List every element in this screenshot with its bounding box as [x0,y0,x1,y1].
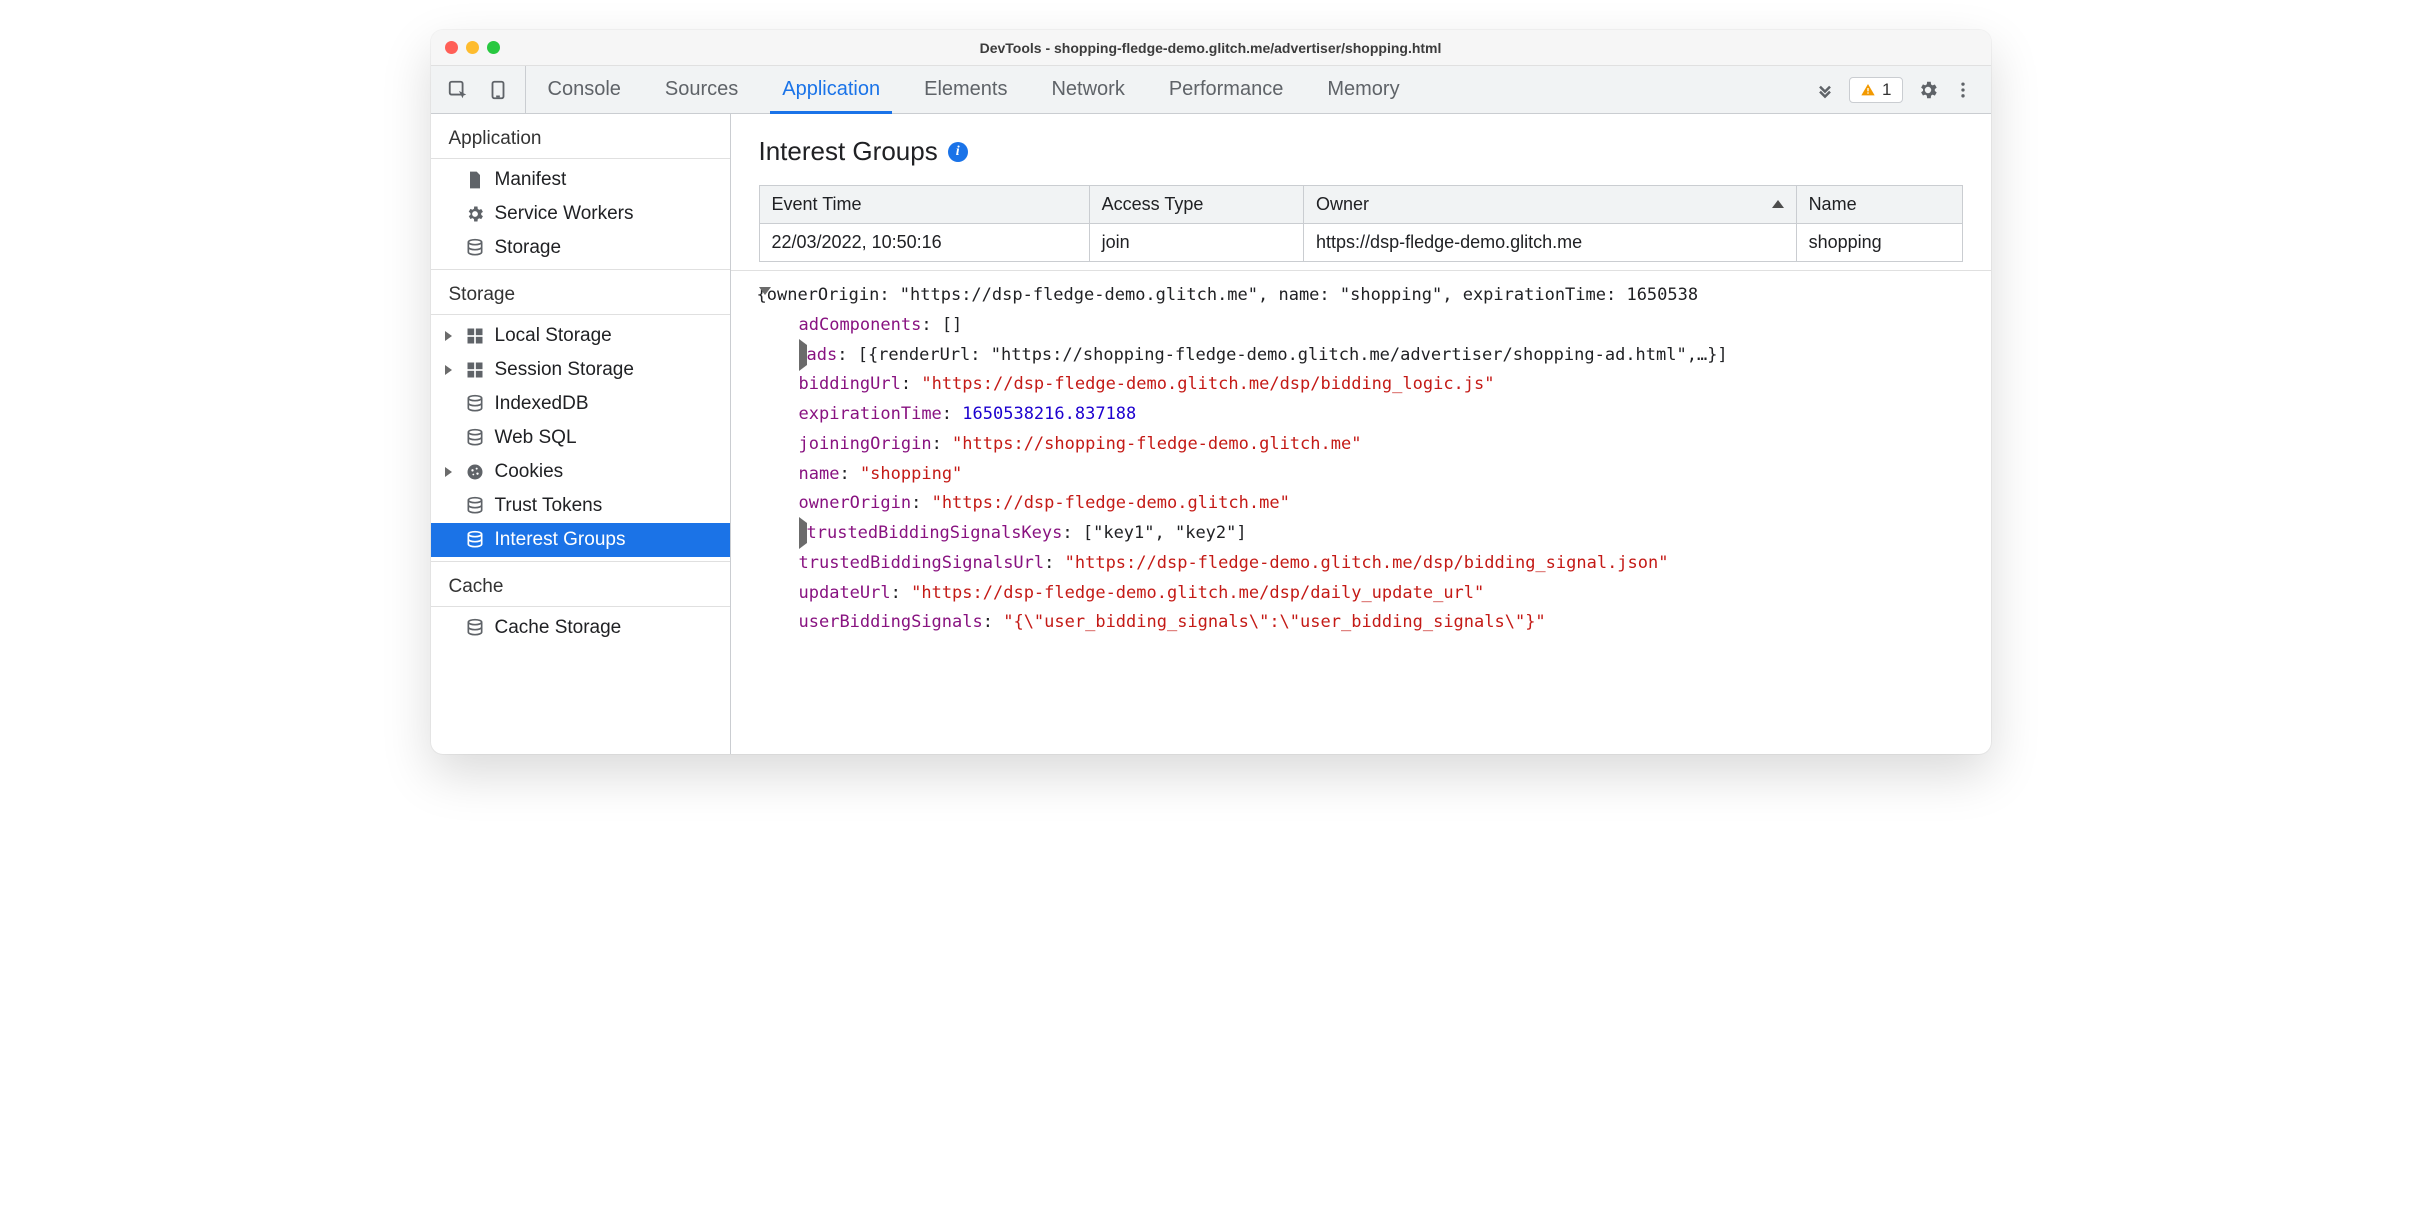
chevron-right-icon [445,331,452,341]
devtools-toolbar: ConsoleSourcesApplicationElementsNetwork… [431,66,1991,114]
disclosure-open-icon [759,287,771,295]
sidebar-item-web-sql[interactable]: Web SQL [431,421,730,455]
db-icon [465,428,485,448]
file-icon [465,170,485,190]
sidebar-item-label: IndexedDB [495,393,589,415]
sidebar-item-label: Cache Storage [495,617,622,639]
col-access-type[interactable]: Access Type [1089,186,1303,224]
maximize-icon[interactable] [487,41,500,54]
warnings-badge[interactable]: 1 [1849,77,1902,103]
window-titlebar: DevTools - shopping-fledge-demo.glitch.m… [431,30,1991,66]
main-panel: Interest Groups i Event TimeAccess TypeO… [731,114,1991,754]
sidebar-item-label: Local Storage [495,325,612,347]
sidebar-item-session-storage[interactable]: Session Storage [431,353,730,387]
close-icon[interactable] [445,41,458,54]
sidebar-item-cache-storage[interactable]: Cache Storage [431,611,730,645]
device-toggle-icon[interactable] [487,79,509,101]
tab-application[interactable]: Application [760,66,902,113]
sidebar-section-cache: Cache [431,561,730,607]
inspect-element-icon[interactable] [447,79,469,101]
tab-performance[interactable]: Performance [1147,66,1306,113]
sidebar-item-label: Manifest [495,169,567,191]
sidebar-item-label: Service Workers [495,203,634,225]
detail-prop-name[interactable]: name: "shopping" [751,460,1991,490]
sidebar-section-application: Application [431,114,730,159]
sidebar-item-manifest[interactable]: Manifest [431,163,730,197]
tab-sources[interactable]: Sources [643,66,760,113]
sidebar-item-label: Interest Groups [495,529,626,551]
col-owner[interactable]: Owner [1304,186,1797,224]
detail-prop-trustedBiddingSignalsUrl[interactable]: trustedBiddingSignalsUrl: "https://dsp-f… [751,549,1991,579]
disclosure-closed-icon [799,339,807,371]
sidebar-item-label: Session Storage [495,359,634,381]
sidebar-item-label: Web SQL [495,427,577,449]
application-sidebar: Application Manifest Service Workers Storag… [431,114,731,754]
detail-prop-ads[interactable]: ads: [{renderUrl: "https://shopping-fled… [751,341,1991,371]
events-table: Event TimeAccess TypeOwnerName 22/03/202… [759,185,1963,262]
kebab-menu-icon[interactable] [1953,80,1973,100]
minimize-icon[interactable] [466,41,479,54]
sidebar-item-cookies[interactable]: Cookies [431,455,730,489]
table-cell: 22/03/2022, 10:50:16 [759,224,1089,262]
sidebar-item-trust-tokens[interactable]: Trust Tokens [431,489,730,523]
sidebar-item-storage[interactable]: Storage [431,231,730,265]
sidebar-section-storage: Storage [431,269,730,315]
disclosure-closed-icon [799,517,807,549]
sidebar-item-label: Storage [495,237,562,259]
db-icon [465,618,485,638]
db-icon [465,530,485,550]
devtools-window: DevTools - shopping-fledge-demo.glitch.m… [431,30,1991,754]
table-cell: shopping [1796,224,1962,262]
panel-title: Interest Groups [759,136,938,167]
sidebar-item-label: Trust Tokens [495,495,603,517]
warnings-count: 1 [1882,80,1891,100]
table-row[interactable]: 22/03/2022, 10:50:16joinhttps://dsp-fled… [759,224,1962,262]
col-event-time[interactable]: Event Time [759,186,1089,224]
detail-prop-biddingUrl[interactable]: biddingUrl: "https://dsp-fledge-demo.gli… [751,370,1991,400]
settings-icon[interactable] [1917,79,1939,101]
table-cell: join [1089,224,1303,262]
detail-prop-updateUrl[interactable]: updateUrl: "https://dsp-fledge-demo.glit… [751,579,1991,609]
db-icon [465,394,485,414]
detail-root[interactable]: {ownerOrigin: "https://dsp-fledge-demo.g… [751,281,1991,311]
tab-memory[interactable]: Memory [1305,66,1421,113]
detail-prop-expirationTime[interactable]: expirationTime: 1650538216.837188 [751,400,1991,430]
detail-prop-joiningOrigin[interactable]: joiningOrigin: "https://shopping-fledge-… [751,430,1991,460]
detail-prop-userBiddingSignals[interactable]: userBiddingSignals: "{\"user_bidding_sig… [751,608,1991,638]
traffic-lights [445,41,500,54]
table-cell: https://dsp-fledge-demo.glitch.me [1304,224,1797,262]
info-icon[interactable]: i [948,142,968,162]
sort-asc-icon [1772,200,1784,208]
sidebar-item-label: Cookies [495,461,564,483]
cookie-icon [465,462,485,482]
window-title: DevTools - shopping-fledge-demo.glitch.m… [431,40,1991,56]
sidebar-item-interest-groups[interactable]: Interest Groups [431,523,730,557]
detail-prop-adComponents[interactable]: adComponents: [] [751,311,1991,341]
db-icon [465,238,485,258]
tab-network[interactable]: Network [1029,66,1146,113]
grid-icon [465,360,485,380]
chevron-right-icon [445,365,452,375]
sidebar-item-service-workers[interactable]: Service Workers [431,197,730,231]
detail-prop-ownerOrigin[interactable]: ownerOrigin: "https://dsp-fledge-demo.gl… [751,489,1991,519]
table-header-row: Event TimeAccess TypeOwnerName [759,186,1962,224]
more-tabs-icon[interactable] [1815,80,1835,100]
chevron-right-icon [445,467,452,477]
sidebar-item-indexeddb[interactable]: IndexedDB [431,387,730,421]
grid-icon [465,326,485,346]
tab-console[interactable]: Console [526,66,643,113]
col-name[interactable]: Name [1796,186,1962,224]
tab-elements[interactable]: Elements [902,66,1029,113]
sidebar-item-local-storage[interactable]: Local Storage [431,319,730,353]
db-icon [465,496,485,516]
panel-tabs: ConsoleSourcesApplicationElementsNetwork… [526,66,1816,113]
detail-prop-trustedBiddingSignalsKeys[interactable]: trustedBiddingSignalsKeys: ["key1", "key… [751,519,1991,549]
object-detail: {ownerOrigin: "https://dsp-fledge-demo.g… [731,270,1991,658]
gear-icon [465,204,485,224]
